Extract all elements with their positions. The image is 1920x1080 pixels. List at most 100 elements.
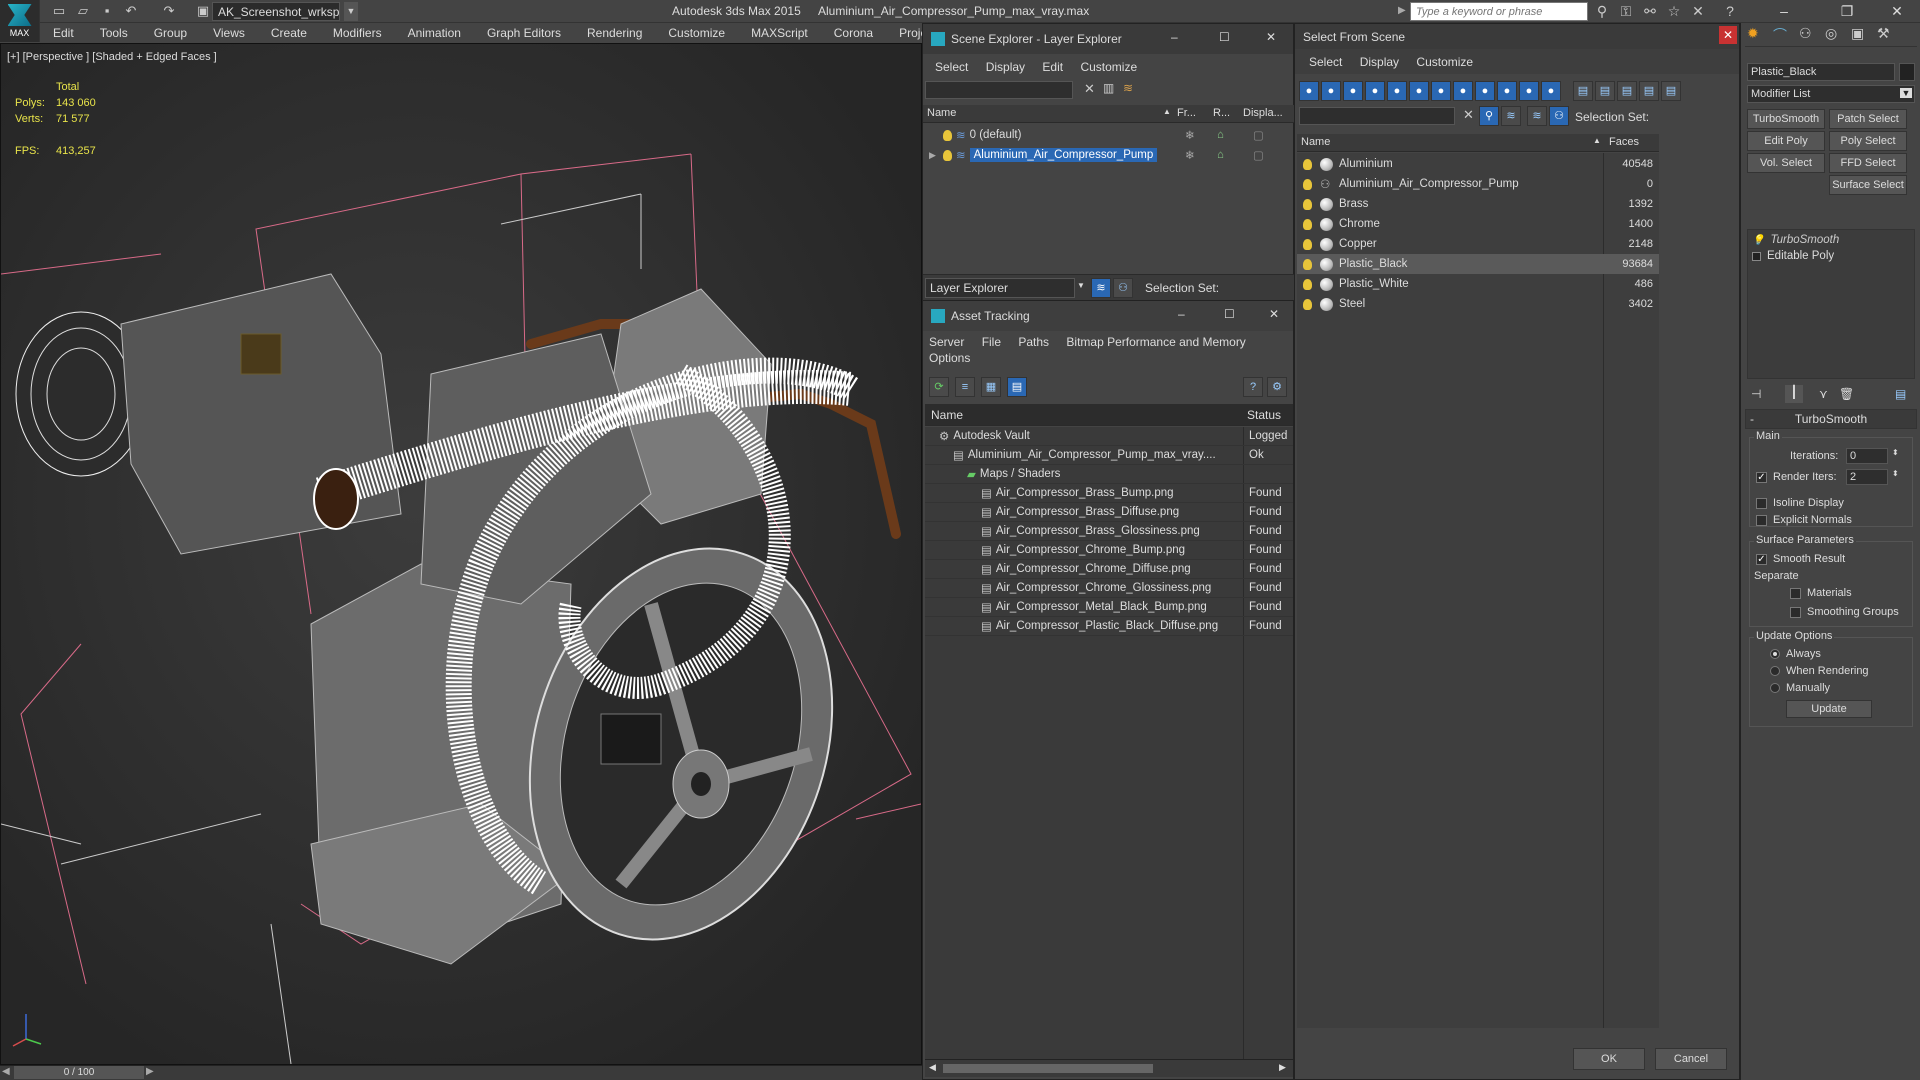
layer-row-compressor[interactable]: ▶ ≋ Aluminium_Air_Compressor_Pump ❄ ⌂ ▢: [923, 145, 1295, 165]
hierarchy-icon[interactable]: ⚇: [1549, 106, 1569, 126]
minimize-icon[interactable]: –: [1171, 30, 1178, 44]
layers-icon[interactable]: ≋: [1123, 81, 1133, 95]
iterations-spinner[interactable]: [1846, 448, 1888, 464]
lightbulb-icon[interactable]: [1303, 218, 1312, 230]
hierarchy-tab-icon[interactable]: ⚇: [1799, 25, 1812, 42]
asset-menu-paths[interactable]: Paths: [1018, 335, 1049, 349]
project-folder-icon[interactable]: ▣: [194, 2, 212, 20]
filter-lights-icon[interactable]: ●: [1343, 81, 1363, 101]
scene-search-input[interactable]: [925, 81, 1073, 99]
x-tools-icon[interactable]: ✕: [1688, 2, 1708, 21]
lightbulb-icon[interactable]: [1303, 238, 1312, 250]
restore-icon[interactable]: ☐: [1219, 30, 1230, 44]
menu-tools[interactable]: Tools: [87, 26, 141, 40]
close-icon[interactable]: ✕: [1269, 307, 1279, 321]
freeze-icon[interactable]: ❄: [1185, 128, 1195, 142]
col-faces[interactable]: Faces: [1609, 136, 1639, 148]
spinner-arrows-icon[interactable]: ⬍: [1892, 448, 1899, 457]
new-file-icon[interactable]: ▭: [50, 2, 68, 20]
object-color-swatch[interactable]: [1899, 63, 1915, 81]
isoline-checkbox[interactable]: [1756, 497, 1767, 509]
menu-create[interactable]: Create: [258, 26, 320, 40]
filter-bones-icon[interactable]: ●: [1475, 81, 1495, 101]
pin-stack-icon[interactable]: ⊣: [1751, 387, 1761, 401]
lightbulb-icon[interactable]: [1303, 258, 1312, 270]
perspective-viewport[interactable]: [+] [Perspective ] [Shaded + Edged Faces…: [0, 43, 922, 1065]
smooth-result-checkbox[interactable]: ✓: [1756, 553, 1767, 565]
asset-row[interactable]: ▤ Air_Compressor_Brass_Diffuse.png Found: [925, 503, 1293, 522]
app-menu-button[interactable]: MAX: [0, 0, 40, 42]
col-name[interactable]: Name: [931, 408, 963, 422]
chevron-right-icon[interactable]: ▶: [1398, 5, 1406, 16]
utilities-tab-icon[interactable]: ⚒: [1877, 25, 1890, 42]
asset-row[interactable]: ▤ Air_Compressor_Metal_Black_Bump.png Foun…: [925, 598, 1293, 617]
next-frame-icon[interactable]: ▶: [146, 1066, 154, 1077]
asset-row[interactable]: ⚙ Autodesk Vault Logged: [925, 427, 1293, 446]
menu-edit[interactable]: Edit: [40, 26, 87, 40]
filter-icon[interactable]: ▥: [1103, 81, 1114, 95]
filter-display-none-icon[interactable]: ▤: [1595, 81, 1615, 101]
scene-object-row[interactable]: Plastic_Black 93684: [1297, 254, 1659, 274]
filter-icon[interactable]: ⚲: [1479, 106, 1499, 126]
asset-row[interactable]: ▤ Air_Compressor_Plastic_Black_Diffuse.pn…: [925, 617, 1293, 636]
turbosmooth-rollout-header[interactable]: - TurboSmooth: [1745, 409, 1917, 429]
scene-object-row[interactable]: Copper 2148: [1297, 234, 1659, 254]
lightbulb-icon[interactable]: [943, 149, 952, 161]
layer-row-default[interactable]: ≋ 0 (default) ❄ ⌂ ▢: [923, 125, 1295, 145]
save-file-icon[interactable]: ▪: [98, 2, 116, 20]
col-name[interactable]: Name: [1301, 136, 1330, 148]
render-iters-spinner[interactable]: [1846, 469, 1888, 485]
lightbulb-icon[interactable]: 💡: [1752, 235, 1764, 246]
open-file-icon[interactable]: ▱: [74, 2, 92, 20]
turbosmooth-button[interactable]: TurboSmooth: [1747, 109, 1825, 129]
ok-button[interactable]: OK: [1573, 1048, 1645, 1070]
remove-modifier-icon[interactable]: 🗑: [1839, 387, 1854, 401]
col-status[interactable]: Status: [1247, 408, 1281, 422]
filter-display-all-icon[interactable]: ▤: [1573, 81, 1593, 101]
table-view-icon[interactable]: ▤: [1007, 377, 1027, 397]
freeze-icon[interactable]: ❄: [1185, 148, 1195, 162]
manually-radio[interactable]: [1770, 683, 1780, 694]
spinner-arrows-icon[interactable]: ⬍: [1892, 469, 1899, 478]
sfs-search-input[interactable]: [1299, 107, 1455, 125]
lightbulb-icon[interactable]: [1303, 278, 1312, 290]
col-frozen[interactable]: Fr...: [1177, 107, 1196, 119]
filter-helpers-icon[interactable]: ●: [1387, 81, 1407, 101]
display-icon[interactable]: ▢: [1253, 128, 1264, 142]
lightbulb-icon[interactable]: [1303, 178, 1312, 190]
filter-cameras-icon[interactable]: ●: [1365, 81, 1385, 101]
asset-horizontal-scrollbar[interactable]: ◀ ▶: [925, 1059, 1293, 1077]
ffd-select-button[interactable]: FFD Select: [1829, 153, 1907, 173]
layers-icon[interactable]: ≋: [1501, 106, 1521, 126]
filter-geometry-icon[interactable]: ●: [1299, 81, 1319, 101]
chevron-down-icon[interactable]: ▼: [1900, 88, 1912, 98]
asset-row[interactable]: ▤ Air_Compressor_Brass_Glossiness.png Foun…: [925, 522, 1293, 541]
redo-icon[interactable]: ↷: [160, 2, 178, 20]
menu-graph-editors[interactable]: Graph Editors: [474, 26, 574, 40]
minimize-icon[interactable]: –: [1762, 0, 1806, 23]
configure-sets-icon[interactable]: ▤: [1895, 387, 1906, 401]
smoothing-groups-checkbox[interactable]: [1790, 606, 1801, 618]
expand-arrow-icon[interactable]: ▶: [923, 150, 937, 161]
scroll-left-icon[interactable]: ◀: [929, 1062, 936, 1073]
close-icon[interactable]: ✕: [1719, 26, 1737, 44]
menu-rendering[interactable]: Rendering: [574, 26, 655, 40]
lightbulb-icon[interactable]: [1303, 198, 1312, 210]
asset-row[interactable]: ▤ Air_Compressor_Chrome_Glossiness.png Fou…: [925, 579, 1293, 598]
menu-group[interactable]: Group: [141, 26, 200, 40]
link-icon[interactable]: ⚯: [1640, 2, 1660, 21]
menu-modifiers[interactable]: Modifiers: [320, 26, 395, 40]
collapse-icon[interactable]: -: [1750, 410, 1754, 428]
filter-containers-icon[interactable]: ●: [1497, 81, 1517, 101]
when-rendering-radio[interactable]: [1770, 666, 1780, 677]
scene-menu-edit[interactable]: Edit: [1042, 60, 1063, 74]
scene-menu-select[interactable]: Select: [935, 60, 968, 74]
scene-menu-display[interactable]: Display: [986, 60, 1025, 74]
modify-tab-icon[interactable]: ⌒: [1773, 25, 1787, 45]
restore-icon[interactable]: ☐: [1224, 307, 1235, 321]
patch-select-button[interactable]: Patch Select: [1829, 109, 1907, 129]
display-tab-icon[interactable]: ▣: [1851, 25, 1864, 42]
explorer-type-dropdown[interactable]: Layer Explorer: [925, 278, 1075, 298]
minimize-icon[interactable]: –: [1178, 307, 1185, 321]
undo-icon[interactable]: ↶: [122, 2, 140, 20]
